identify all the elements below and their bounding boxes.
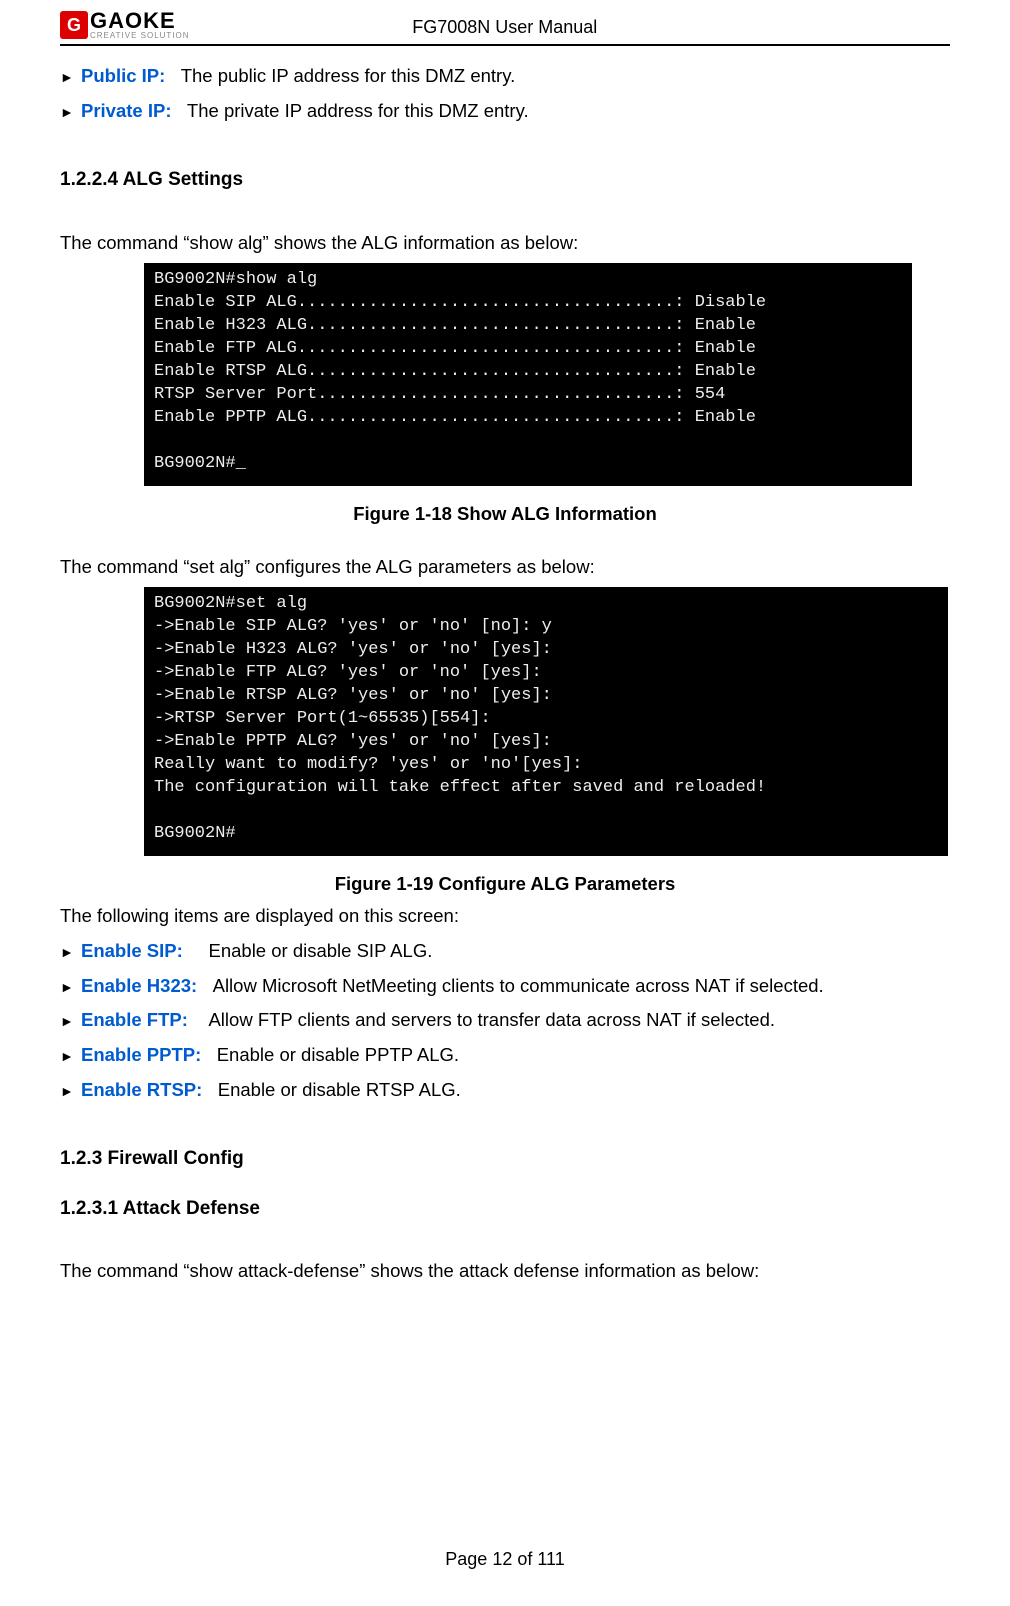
definition-desc: Enable or disable RTSP ALG.	[218, 1079, 461, 1100]
definition-term: Private IP:	[81, 100, 172, 121]
definition-line: ► Enable SIP: Enable or disable SIP ALG.	[60, 937, 950, 966]
definition-desc: Enable or disable SIP ALG.	[208, 940, 432, 961]
definition-desc: Allow FTP clients and servers to transfe…	[208, 1009, 775, 1030]
bullet-icon: ►	[60, 1048, 74, 1064]
page-header: G GAOKE CREATIVE SOLUTION FG7008N User M…	[60, 10, 950, 46]
definition-desc: The private IP address for this DMZ entr…	[187, 100, 529, 121]
definition-term: Public IP:	[81, 65, 165, 86]
definition-desc: The public IP address for this DMZ entry…	[181, 65, 516, 86]
definition-line: ► Enable FTP: Allow FTP clients and serv…	[60, 1006, 950, 1035]
paragraph: The command “show alg” shows the ALG inf…	[60, 229, 950, 258]
logo-subtitle: CREATIVE SOLUTION	[90, 32, 190, 40]
definition-term: Enable SIP:	[81, 940, 183, 961]
terminal-set-alg: BG9002N#set alg ->Enable SIP ALG? 'yes' …	[144, 587, 948, 855]
definition-line: ► Private IP: The private IP address for…	[60, 97, 950, 126]
page-footer: Page 12 of 111	[0, 1549, 1010, 1570]
definition-desc: Allow Microsoft NetMeeting clients to co…	[213, 975, 824, 996]
definition-line: ► Enable RTSP: Enable or disable RTSP AL…	[60, 1076, 950, 1105]
bullet-icon: ►	[60, 69, 74, 85]
section-heading-attack-defense: 1.2.3.1 Attack Defense	[60, 1194, 950, 1223]
bullet-icon: ►	[60, 1083, 74, 1099]
logo-mark-icon: G	[60, 11, 88, 39]
definition-line: ► Public IP: The public IP address for t…	[60, 62, 950, 91]
page: G GAOKE CREATIVE SOLUTION FG7008N User M…	[0, 0, 1010, 1606]
definition-desc: Enable or disable PPTP ALG.	[217, 1044, 459, 1065]
figure-caption-19: Figure 1-19 Configure ALG Parameters	[60, 870, 950, 899]
definition-term: Enable PPTP:	[81, 1044, 201, 1065]
doc-title: FG7008N User Manual	[190, 17, 820, 40]
terminal-show-alg: BG9002N#show alg Enable SIP ALG.........…	[144, 263, 912, 485]
section-heading-alg: 1.2.2.4 ALG Settings	[60, 165, 950, 194]
section-heading-firewall: 1.2.3 Firewall Config	[60, 1144, 950, 1173]
bullet-icon: ►	[60, 979, 74, 995]
definition-term: Enable H323:	[81, 975, 197, 996]
logo-name: GAOKE	[90, 10, 190, 32]
figure-caption-18: Figure 1-18 Show ALG Information	[60, 500, 950, 529]
paragraph: The following items are displayed on thi…	[60, 902, 950, 931]
bullet-icon: ►	[60, 1013, 74, 1029]
definition-line: ► Enable H323: Allow Microsoft NetMeetin…	[60, 972, 950, 1001]
bullet-icon: ►	[60, 944, 74, 960]
paragraph: The command “show attack-defense” shows …	[60, 1257, 950, 1286]
logo-text: GAOKE CREATIVE SOLUTION	[90, 10, 190, 40]
definition-term: Enable FTP:	[81, 1009, 188, 1030]
paragraph: The command “set alg” configures the ALG…	[60, 553, 950, 582]
brand-logo: G GAOKE CREATIVE SOLUTION	[60, 10, 190, 40]
page-body: ► Public IP: The public IP address for t…	[60, 46, 950, 1286]
definition-line: ► Enable PPTP: Enable or disable PPTP AL…	[60, 1041, 950, 1070]
definition-term: Enable RTSP:	[81, 1079, 202, 1100]
bullet-icon: ►	[60, 104, 74, 120]
